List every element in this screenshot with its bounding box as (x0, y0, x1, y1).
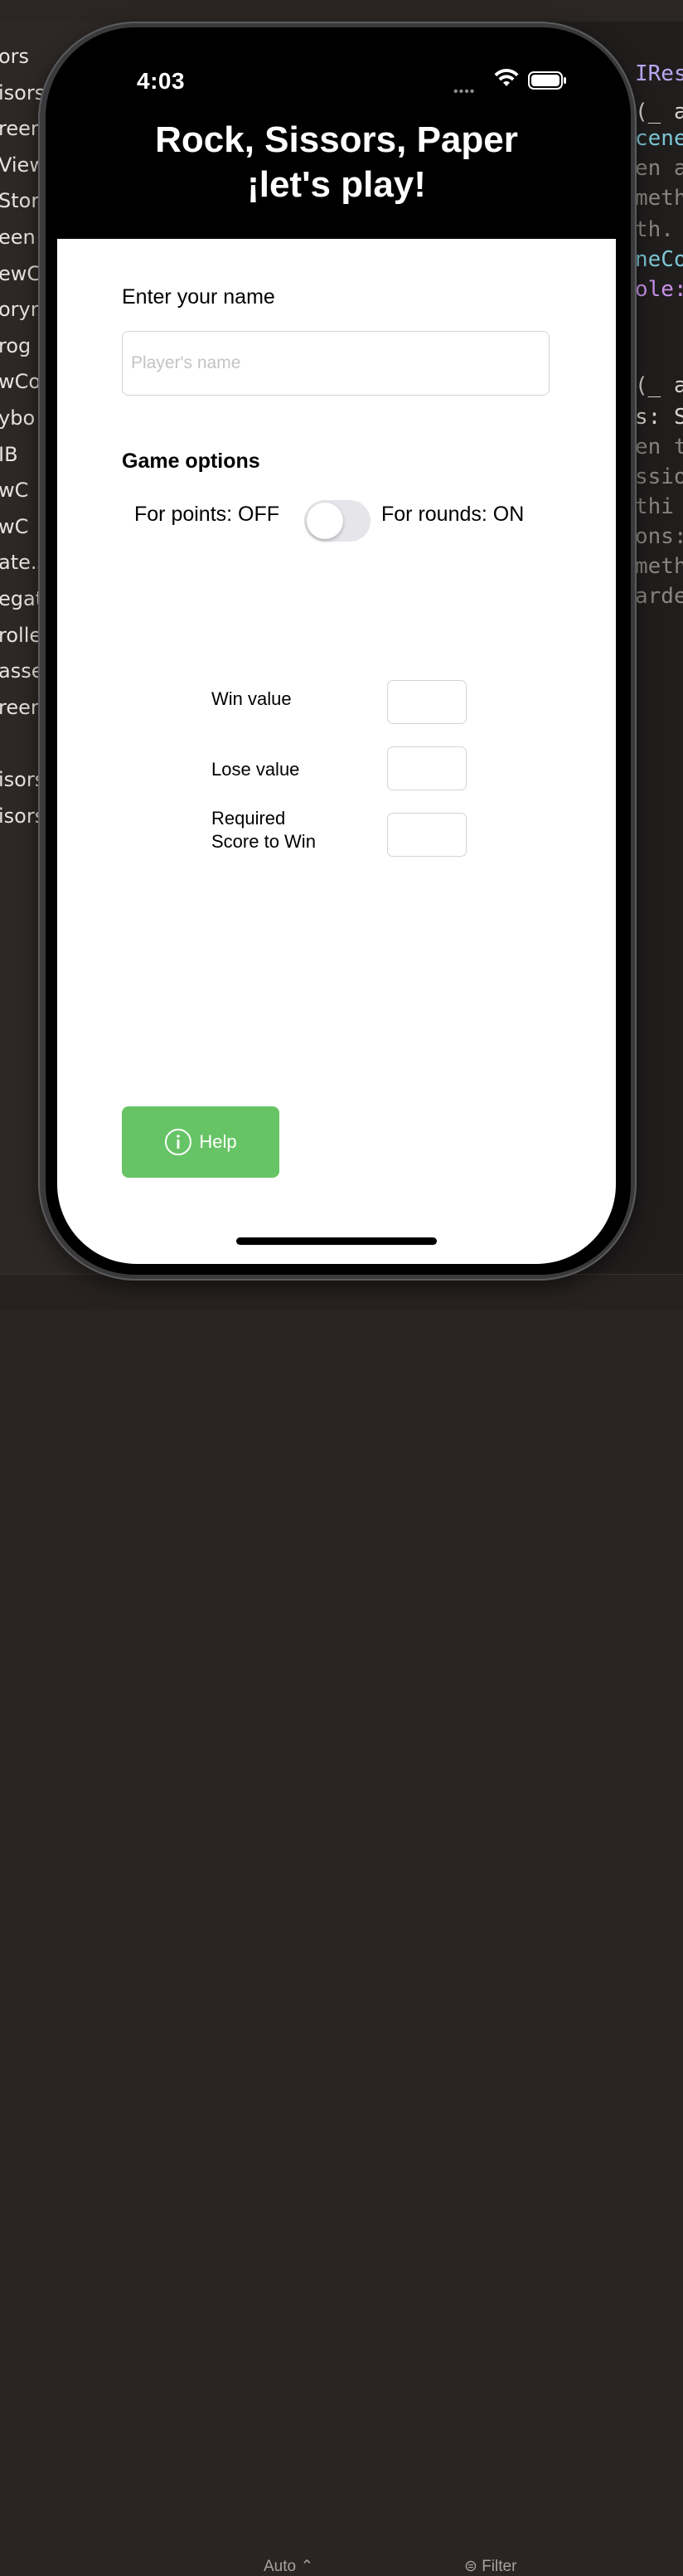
file-nav-item[interactable]: wCo (0, 370, 41, 393)
rounds-mode-label: For rounds: ON (381, 503, 525, 526)
filter-field[interactable]: ⊜ Filter (464, 2557, 516, 2576)
help-button[interactable]: Help (122, 1106, 279, 1178)
code-line: ssio (635, 464, 683, 489)
filter-icon: ⊜ (464, 2558, 482, 2575)
required-score-input[interactable] (387, 813, 467, 857)
help-label: Help (199, 1131, 237, 1152)
file-nav-item[interactable]: egat (0, 587, 43, 610)
info-icon (165, 1129, 192, 1155)
file-nav-item[interactable]: wC (0, 479, 28, 502)
signal-icon: •••• (453, 85, 476, 99)
phone-screen: 4:03 •••• Rock, Sissors, Paper ¡let's pl… (57, 38, 616, 1264)
game-mode-toggle[interactable] (304, 500, 371, 542)
player-name-input[interactable] (122, 331, 550, 396)
status-time: 4:03 (137, 68, 186, 94)
file-nav-item[interactable]: asse (0, 659, 43, 683)
name-label: Enter your name (122, 285, 275, 309)
code-line: thi (635, 494, 674, 519)
win-value-input[interactable] (387, 680, 467, 724)
form-container: Enter your name Game options For points:… (57, 239, 616, 1264)
lose-value-label: Lose value (211, 759, 300, 780)
file-nav-item[interactable]: rolle (0, 624, 41, 647)
game-options-title: Game options (122, 450, 260, 473)
file-nav-item[interactable]: rog (0, 334, 31, 357)
code-line: s: S (635, 405, 683, 430)
file-nav-item[interactable]: oryn (0, 298, 43, 321)
file-nav-item[interactable]: ybo (0, 406, 35, 430)
status-bar: 4:03 •••• (57, 38, 616, 121)
file-nav-item[interactable]: ewC (0, 262, 41, 285)
code-line: th. (635, 217, 674, 242)
code-line: en a (635, 156, 683, 181)
file-nav-item[interactable]: wC (0, 515, 28, 538)
code-line: ole: (635, 277, 683, 302)
zoom-auto-menu[interactable]: Auto ⌃ (264, 2557, 313, 2576)
file-nav-item[interactable]: een (0, 226, 36, 249)
code-line: cene (635, 126, 683, 151)
code-line: (_ a (635, 100, 683, 124)
code-line: IRes (635, 61, 683, 86)
ide-toolbar (0, 0, 683, 22)
code-line: meth (635, 554, 683, 579)
lose-value-input[interactable] (387, 746, 467, 790)
code-line: arde (635, 584, 683, 609)
file-nav-item[interactable]: reen (0, 117, 43, 140)
file-nav-item[interactable]: isors (0, 81, 45, 104)
file-nav-item[interactable]: reen (0, 696, 43, 719)
code-line: meth (635, 186, 683, 211)
points-mode-label: For points: OFF (134, 503, 280, 526)
battery-icon (528, 71, 566, 90)
code-line: (_ a (635, 373, 683, 398)
filter-label: Filter (482, 2558, 517, 2575)
required-score-label: Required Score to Win (211, 808, 316, 852)
home-indicator (236, 1237, 437, 1245)
title-line-1: Rock, Sissors, Paper (155, 119, 518, 160)
code-line: ons: (635, 524, 683, 549)
title-line-2: ¡let's play! (247, 164, 426, 205)
toggle-knob (307, 503, 343, 539)
file-nav-item[interactable]: ors (0, 45, 29, 68)
win-value-label: Win value (211, 688, 292, 709)
wifi-icon (494, 68, 519, 86)
code-line: neCo (635, 247, 683, 272)
code-line: en t (635, 435, 683, 459)
file-nav-item[interactable]: IB (0, 443, 18, 466)
page-title: Rock, Sissors, Paper ¡let's play! (57, 118, 616, 207)
